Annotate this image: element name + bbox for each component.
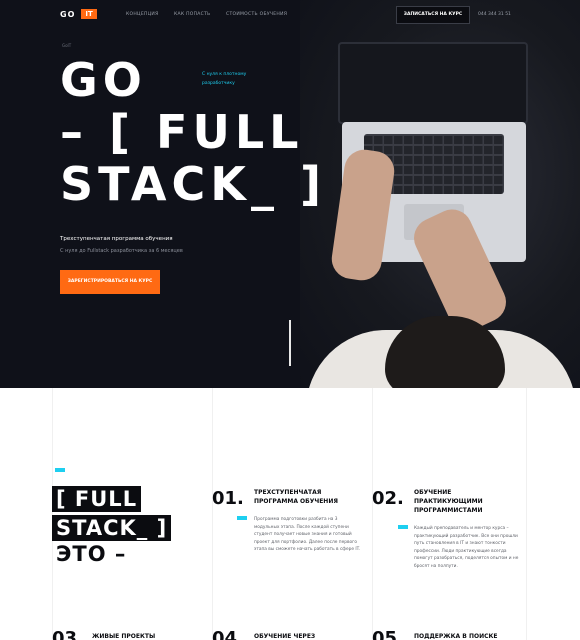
step-1-title: Трехступенчатая программа обучения [254,489,338,505]
step-4-title: Обучение через [254,633,316,640]
nav-link-pricing[interactable]: Стоимость обучения [226,12,287,17]
about-title-line-2: STACK_ ] [52,515,172,541]
top-navigation: GO IT Концепция Как попасть Стоимость об… [0,0,580,30]
goit-logo[interactable]: GO IT [60,9,97,19]
hero-title-line-1: GO [60,53,147,107]
step-3-number: 03. [52,628,84,640]
scroll-indicator-line[interactable] [289,320,291,366]
step-2-title: Обучение практикующими программистами [414,489,483,514]
about-title-line-3: ЭТО – [56,542,127,566]
hero-subtitle: Трехступенчатая программа обучения [60,236,173,242]
grid-divider [52,388,53,640]
step-3-title: Живые проекты [92,633,156,640]
nav-link-concept[interactable]: Концепция [126,12,159,17]
nav-phone[interactable]: 044 344 31 51 [478,12,511,17]
hero-register-button[interactable]: Зарегистрироваться на курс [60,270,160,294]
step-2-text: Каждый преподаватель и ментор курса – пр… [414,526,519,569]
hero-subtitle-secondary: С нуля до Fullstack разработчика за 6 ме… [60,248,183,254]
hero-section: GO IT Концепция Как попасть Стоимость об… [0,0,580,388]
laptop-screen-image [338,42,528,124]
hero-tag: GoIT [62,43,72,48]
cyan-accent-mark [398,525,408,529]
cyan-accent-mark [237,516,247,520]
cyan-accent-mark [55,468,65,472]
grid-divider [372,388,373,640]
step-2-number: 02. [372,488,404,509]
grid-divider [526,388,527,640]
about-title-line-1: [ FULL [52,486,142,512]
step-1-text: Программа подготовки разбита на 3 модуль… [254,517,361,552]
nav-link-how-to-join[interactable]: Как попасть [174,12,211,17]
grid-divider [212,388,213,640]
hero-cyan-note: С нуля к плотному разработчику [202,72,247,86]
logo-it-badge: IT [81,9,97,19]
hero-title: GO – [ FULL STACK_ ] [60,54,326,210]
step-5-title: Поддержка в поиске [414,633,498,640]
nav-signup-button[interactable]: Записаться на курс [396,6,470,24]
hero-title-line-3: STACK_ ] [60,157,326,211]
step-1-number: 01. [212,488,244,509]
logo-go-text: GO [60,9,76,19]
step-5-number: 05. [372,628,404,640]
about-section: [ FULL STACK_ ] ЭТО – 01. Трехступенчата… [0,388,580,640]
step-4-number: 04. [212,628,244,640]
hero-title-line-2: – [ FULL [60,105,304,159]
